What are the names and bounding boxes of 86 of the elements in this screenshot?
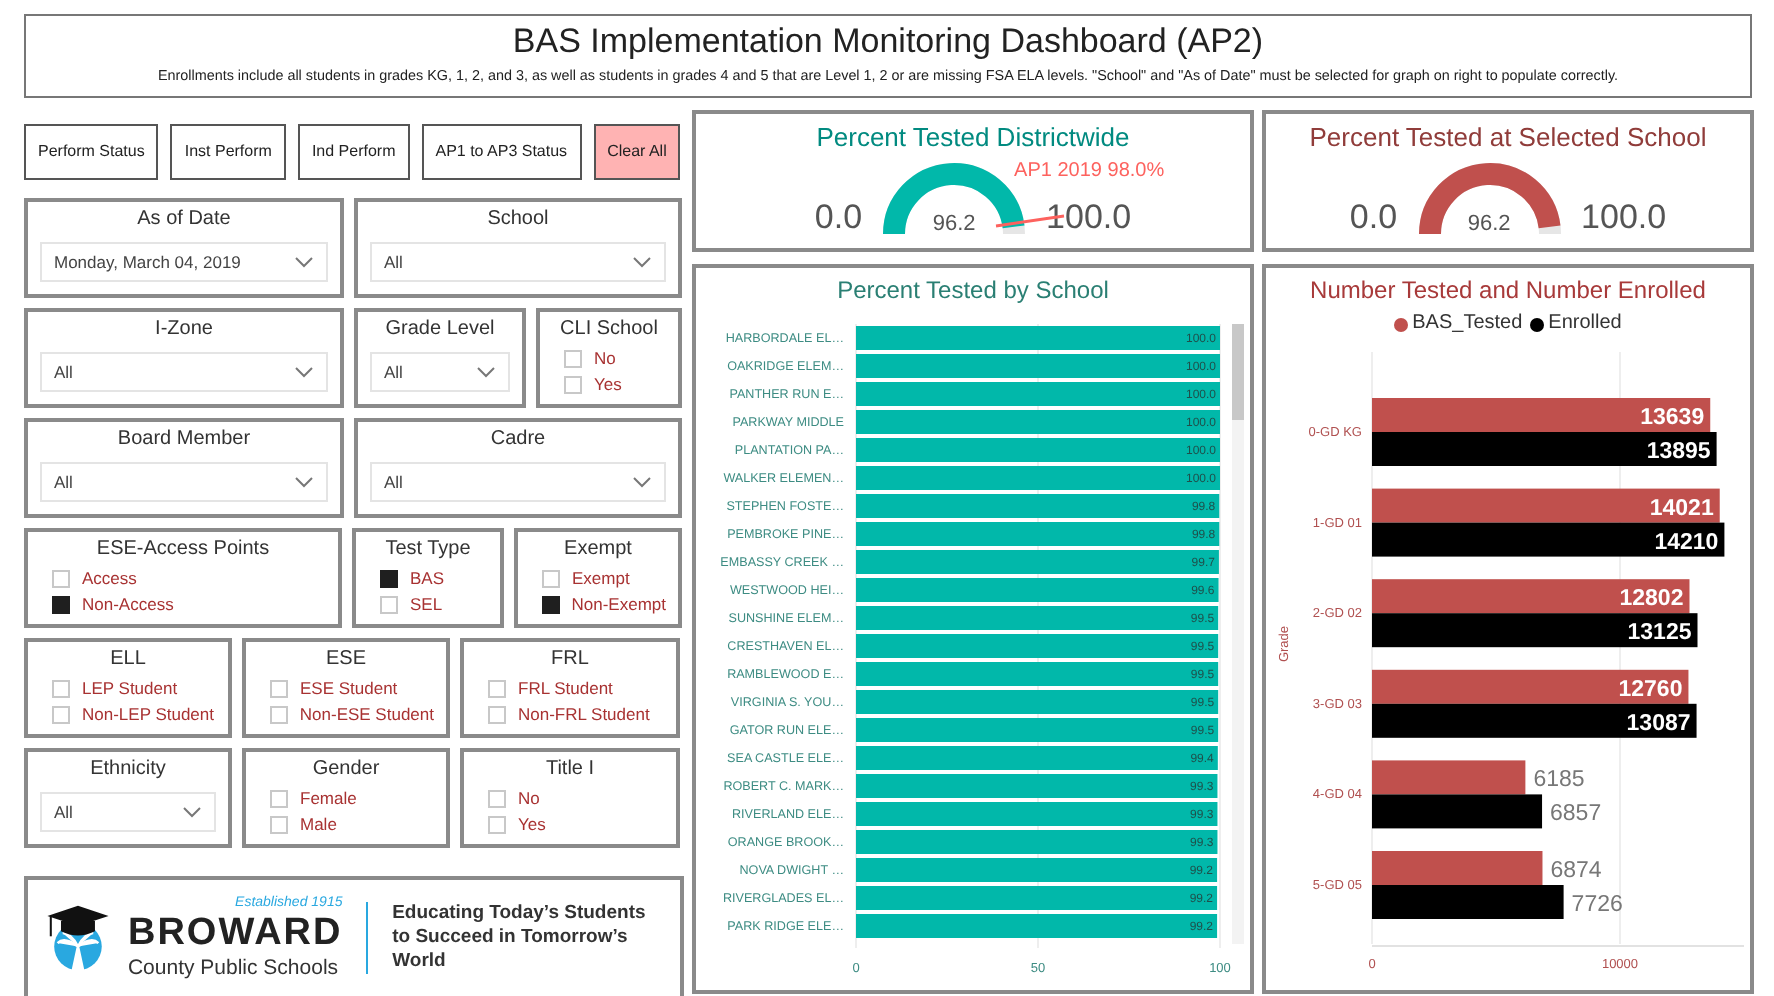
dropdown[interactable]: All <box>40 352 328 392</box>
nav-button[interactable]: Inst Perform <box>170 124 286 180</box>
filter-title: ELL <box>108 646 148 674</box>
gauge-min: 0.0 <box>1349 198 1398 238</box>
value-label: 6185 <box>1533 768 1585 793</box>
filter-title: Grade Level <box>383 316 497 344</box>
dashboard-title: BAS Implementation Monitoring Dashboard (AP2) <box>512 20 1264 64</box>
nav-button[interactable]: Ind Perform <box>297 124 410 180</box>
dropdown[interactable]: All <box>370 462 666 502</box>
logo-name: BROWARD <box>127 912 343 956</box>
value-label: 13895 <box>1646 440 1711 464</box>
nav-button[interactable]: AP1 to AP3 Status <box>421 124 582 180</box>
option-label: Female <box>300 788 357 810</box>
value-label: 13087 <box>1626 711 1691 736</box>
filter-title: Exempt <box>562 536 634 564</box>
chart-title: Percent Tested by School <box>837 274 1109 308</box>
filter-title: ESE <box>323 646 368 674</box>
value-label: 14210 <box>1654 530 1719 555</box>
option-label: Non-ESE Student <box>299 704 434 726</box>
value-label: 6857 <box>1550 802 1602 827</box>
gauge-value: 96.2 <box>930 210 978 238</box>
filter-title: Title I <box>543 756 597 784</box>
dropdown[interactable]: All <box>40 792 216 832</box>
tagline: Educating Today’s Students to Succeed in Tomorrow’s World <box>392 902 648 974</box>
option-label: Yes <box>518 814 546 836</box>
gauge-value: 96.2 <box>1465 210 1513 238</box>
option-label: Yes <box>594 374 622 396</box>
option-label: Non-LEP Student <box>82 704 214 726</box>
chevron-down-icon <box>476 366 496 378</box>
option-label: SEL <box>410 594 443 616</box>
chevron-down-icon <box>294 256 314 268</box>
gauge-title: Percent Tested at Selected School <box>1309 120 1707 156</box>
filter-title: As of Date <box>135 206 233 234</box>
option-label: No <box>594 348 616 370</box>
chevron-down-icon <box>294 476 314 488</box>
option-label: Access <box>82 568 137 590</box>
gauge-max: 100.0 <box>1581 198 1667 238</box>
chevron-down-icon <box>182 806 202 818</box>
chevron-down-icon <box>632 476 652 488</box>
option-label: Non-Exempt <box>571 594 666 616</box>
option-label: Male <box>300 814 337 836</box>
checkbox[interactable] <box>542 596 560 614</box>
chevron-down-icon <box>294 366 314 378</box>
gauge-title: Percent Tested Districtwide <box>816 120 1130 156</box>
filter-title: Gender <box>310 756 382 784</box>
value-label: 12802 <box>1619 587 1684 612</box>
filter-title: CLI School <box>558 316 660 344</box>
dropdown[interactable]: All <box>370 352 510 392</box>
target-label: AP1 2019 98.0% <box>1014 160 1165 184</box>
value-label: 14021 <box>1649 496 1714 521</box>
filter-title: Board Member <box>115 426 253 454</box>
gauge-min: 0.0 <box>814 198 863 238</box>
option-label: ESE Student <box>300 678 398 700</box>
scrollbar[interactable] <box>1231 324 1243 944</box>
value-label: 7726 <box>1571 893 1623 917</box>
filter-title: ESE-Access Points <box>94 536 272 564</box>
option-label: FRL Student <box>518 678 613 700</box>
option-label: Non-Access <box>82 594 174 616</box>
filter-title: Cadre <box>488 426 548 454</box>
chart-title: Number Tested and Number Enrolled <box>1310 274 1706 308</box>
value-label: 13639 <box>1640 406 1705 430</box>
filter-title: I-Zone <box>153 316 215 344</box>
gauge-max: 100.0 <box>1046 198 1132 238</box>
option-label: Exempt <box>572 568 630 590</box>
value-label: 12760 <box>1618 677 1683 702</box>
chevron-down-icon <box>632 256 652 268</box>
nav-button[interactable]: Clear All <box>593 124 681 180</box>
option-label: No <box>518 788 540 810</box>
legend-label: BAS_Tested <box>1412 312 1523 336</box>
filter-title: FRL <box>549 646 591 674</box>
nav-button[interactable]: Perform Status <box>24 124 159 180</box>
value-label: 6874 <box>1550 859 1602 883</box>
filter-title: School <box>485 206 551 234</box>
dropdown[interactable]: All <box>370 242 666 282</box>
dropdown[interactable]: Monday, March 04, 2019 <box>40 242 328 282</box>
filter-title: Test Type <box>383 536 473 564</box>
legend-label: Enrolled <box>1548 312 1622 336</box>
checkbox[interactable] <box>380 570 398 588</box>
option-label: LEP Student <box>82 678 178 700</box>
checkbox[interactable] <box>52 596 70 614</box>
dropdown[interactable]: All <box>40 462 328 502</box>
value-label: 13125 <box>1627 621 1692 646</box>
filter-title: Ethnicity <box>88 756 168 784</box>
option-label: Non-FRL Student <box>518 704 650 726</box>
logo-subtitle: County Public Schools <box>127 956 339 980</box>
option-label: BAS <box>410 568 445 590</box>
